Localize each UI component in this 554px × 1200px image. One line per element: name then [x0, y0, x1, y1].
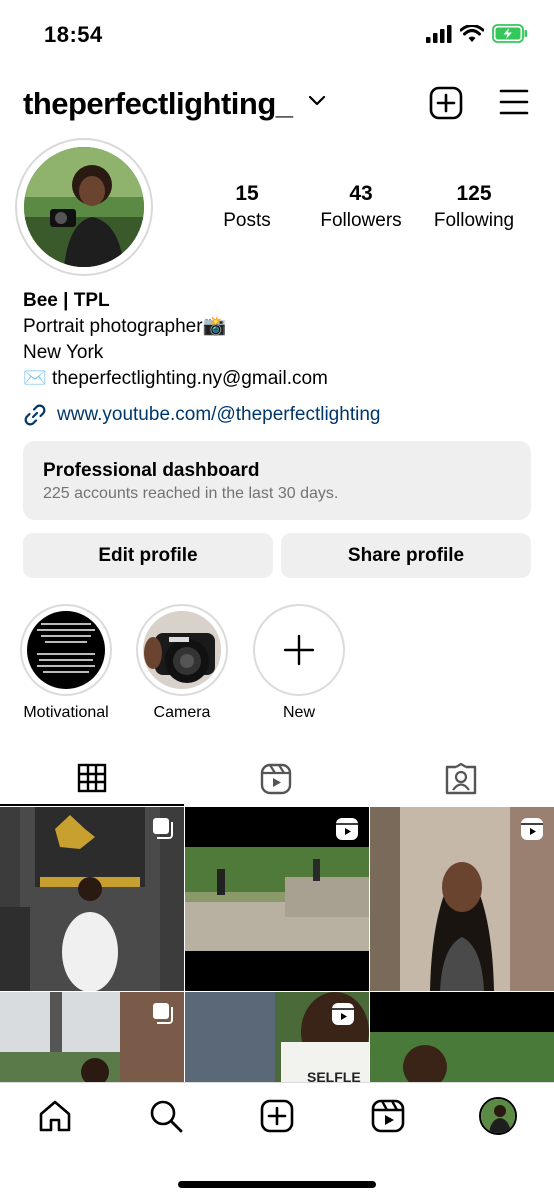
display-name: Bee | TPL — [23, 290, 110, 311]
reels-icon — [260, 763, 292, 795]
status-icons — [426, 24, 528, 43]
share-profile-button[interactable]: Share profile — [281, 533, 531, 578]
home-indicator — [178, 1181, 376, 1188]
edit-profile-button[interactable]: Edit profile — [23, 533, 273, 578]
following-count-label: Following — [433, 210, 515, 231]
bio-location: New York — [23, 342, 104, 363]
grid-icon — [77, 763, 107, 793]
tab-posts-grid[interactable] — [0, 752, 184, 806]
highlight-label: Camera — [153, 704, 211, 721]
reel-icon — [336, 818, 358, 840]
posts-count-value: 15 — [235, 182, 259, 205]
bio-email-row: ✉️ theperfectlighting.ny@gmail.com — [23, 366, 328, 392]
posts-grid: SELFLE — [0, 807, 554, 1082]
create-icon[interactable] — [260, 1099, 294, 1133]
wifi-icon — [460, 24, 484, 42]
bio-line: Portrait photographer📸 — [23, 316, 227, 337]
carousel-icon — [153, 818, 173, 839]
chevron-down-icon[interactable] — [308, 95, 326, 107]
tab-tagged[interactable] — [369, 752, 553, 806]
profile-nav-avatar[interactable] — [479, 1097, 517, 1135]
post-thumbnail[interactable]: SELFLE — [185, 992, 369, 1082]
menu-icon[interactable] — [499, 88, 529, 116]
email-icon: ✉️ — [23, 368, 47, 389]
followers-count-label: Followers — [320, 210, 402, 231]
highlight-motivational[interactable]: Motivational — [20, 604, 112, 722]
signal-icon — [426, 24, 452, 43]
home-icon[interactable] — [38, 1099, 72, 1133]
highlight-cover — [143, 611, 221, 689]
following-count[interactable]: 125 Following — [418, 182, 530, 232]
svg-text:SELFLE: SELFLE — [307, 1069, 361, 1082]
reels-nav-icon[interactable] — [371, 1099, 405, 1133]
highlight-label: Motivational — [23, 704, 109, 721]
battery-charging-icon — [492, 24, 527, 43]
reel-icon — [521, 818, 543, 840]
link-icon — [24, 404, 46, 426]
plus-icon — [283, 634, 315, 666]
profile-stats: 15 Posts 43 Followers 125 Following — [190, 182, 540, 232]
profile-avatar[interactable] — [15, 138, 153, 276]
post-thumbnail[interactable] — [370, 807, 554, 991]
create-post-icon[interactable] — [429, 86, 463, 120]
status-time: 18:54 — [44, 22, 103, 47]
following-count-value: 125 — [456, 182, 492, 205]
highlight-label: New — [282, 704, 315, 721]
search-icon[interactable] — [149, 1099, 183, 1133]
highlight-ring — [20, 604, 112, 696]
dashboard-title: Professional dashboard — [43, 460, 260, 481]
tab-reels[interactable] — [184, 752, 368, 806]
new-highlight-button[interactable]: New — [253, 604, 345, 722]
avatar-photo — [24, 147, 144, 267]
tagged-icon — [445, 763, 477, 795]
post-thumbnail[interactable] — [0, 807, 184, 991]
reel-icon — [332, 1003, 354, 1025]
posts-count-label: Posts — [223, 210, 271, 231]
highlight-camera[interactable]: Camera — [136, 604, 228, 722]
profile-link[interactable]: www.youtube.com/@theperfectlighting — [23, 403, 380, 427]
professional-dashboard[interactable]: Professional dashboard 225 accounts reac… — [23, 441, 531, 520]
username-switcher[interactable]: theperfectlighting_ — [23, 86, 293, 122]
carousel-icon — [153, 1003, 173, 1024]
dashboard-subtitle: 225 accounts reached in the last 30 days… — [43, 485, 339, 502]
post-thumbnail[interactable] — [370, 992, 554, 1082]
status-bar: 18:54 — [0, 0, 554, 70]
highlight-cover — [27, 611, 105, 689]
bio-email[interactable]: theperfectlighting.ny@gmail.com — [52, 368, 328, 389]
posts-count[interactable]: 15 Posts — [190, 182, 304, 232]
post-thumbnail[interactable] — [0, 992, 184, 1082]
profile-tabs — [0, 752, 554, 806]
post-thumbnail[interactable] — [185, 807, 369, 991]
highlight-ring — [253, 604, 345, 696]
profile-link-url[interactable]: www.youtube.com/@theperfectlighting — [57, 404, 380, 426]
followers-count-value: 43 — [349, 182, 373, 205]
followers-count[interactable]: 43 Followers — [304, 182, 418, 232]
profile-header: theperfectlighting_ — [0, 80, 554, 130]
profile-bio: Bee | TPL Portrait photographer📸 New Yor… — [23, 288, 328, 392]
highlight-ring — [136, 604, 228, 696]
